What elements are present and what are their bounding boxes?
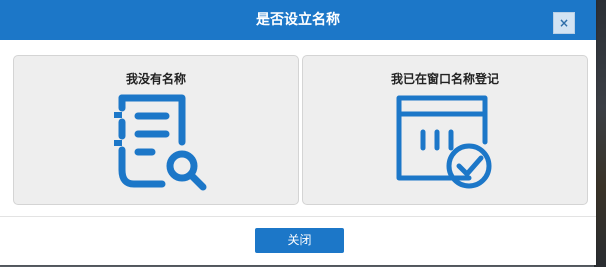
close-button[interactable]: 关闭 <box>255 228 344 253</box>
document-search-icon <box>114 94 207 191</box>
dialog-titlebar: 是否设立名称 × <box>0 0 596 40</box>
option-no-name-card[interactable]: 我没有名称 <box>13 55 299 205</box>
dialog-close-icon[interactable]: × <box>553 12 575 34</box>
footer-divider <box>0 216 596 217</box>
calendar-check-icon <box>396 95 492 189</box>
option-registered-label: 我已在窗口名称登记 <box>390 72 499 86</box>
dialog-title: 是否设立名称 <box>256 12 340 28</box>
choose-name-dialog: 是否设立名称 × 我没有名称 我已在窗口名称登记 关闭 <box>0 0 596 265</box>
option-no-name-label: 我没有名称 <box>125 72 186 86</box>
option-registered-card[interactable]: 我已在窗口名称登记 <box>302 55 588 205</box>
